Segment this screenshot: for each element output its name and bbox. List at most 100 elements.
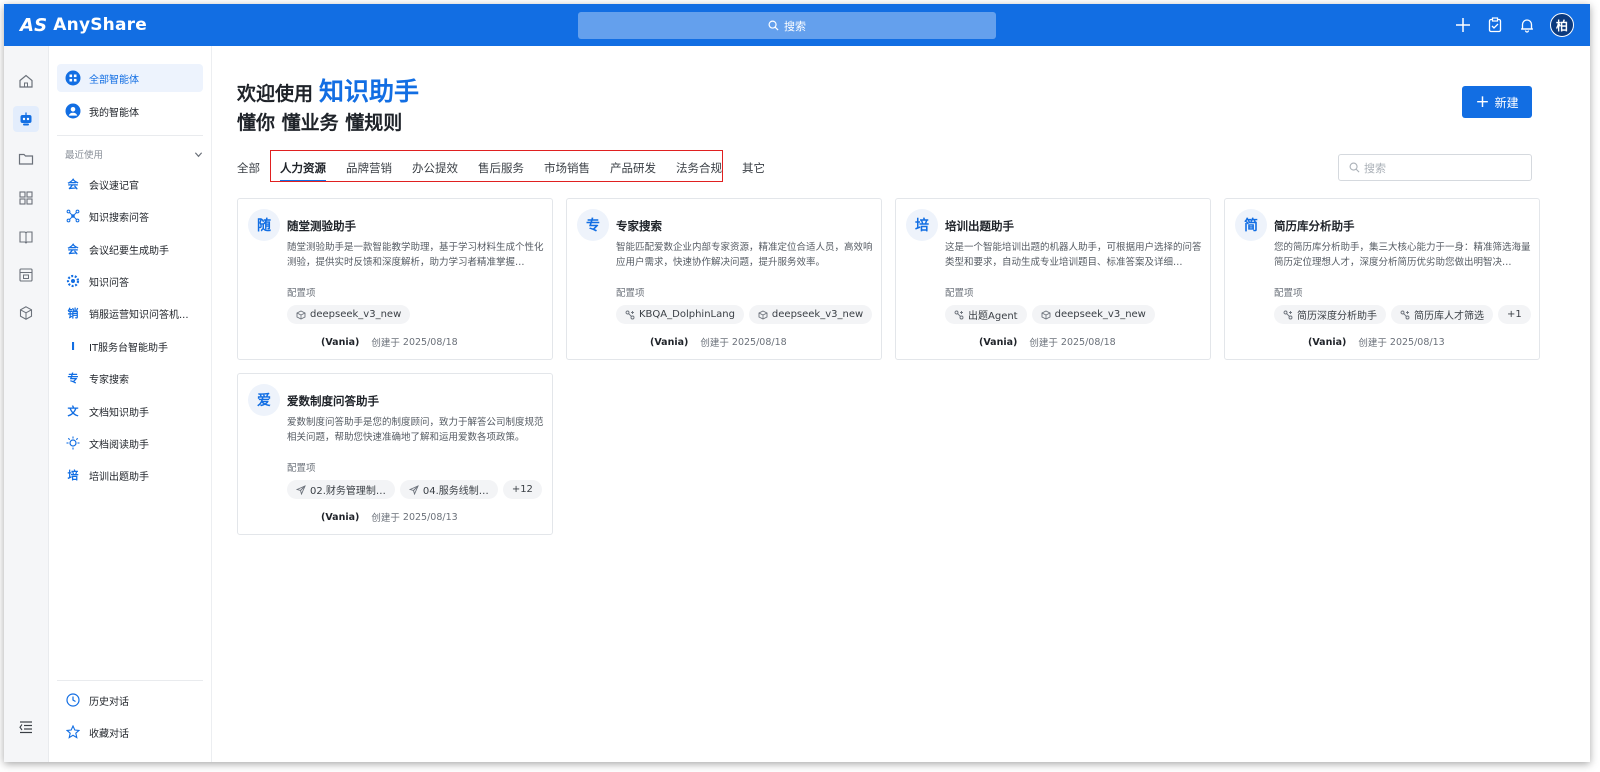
agent-avatar-icon: 培 <box>906 209 938 241</box>
agent-owner: (Vania) <box>1308 336 1347 348</box>
agent-owner: (Vania) <box>321 511 360 523</box>
config-tag[interactable]: 04.服务线制… <box>399 480 498 499</box>
add-icon[interactable] <box>1454 16 1472 34</box>
config-tag[interactable]: deepseek_v3_new <box>748 305 873 324</box>
more-tags-count: +1 <box>1507 309 1522 320</box>
recent-section-title: 最近使用 <box>65 150 104 161</box>
recent-item[interactable]: I IT服务台智能助手 <box>57 332 203 360</box>
clock-icon <box>65 692 81 708</box>
apps-grid-icon[interactable] <box>13 185 39 211</box>
config-label: 配置项 <box>287 288 316 299</box>
config-tag[interactable]: KBQA_DolphinLang <box>616 305 744 324</box>
global-search-input[interactable]: 搜索 <box>578 12 996 39</box>
star-icon <box>65 724 81 740</box>
recent-item[interactable]: 会 会议纪要生成助手 <box>57 235 203 263</box>
cube-icon[interactable] <box>13 300 39 326</box>
agent-owner: (Vania) <box>979 336 1018 348</box>
gear-icon <box>65 273 81 289</box>
config-tag[interactable]: 02.财务管理制… <box>287 480 395 499</box>
agent-owner: (Vania) <box>650 336 689 348</box>
brand-logo[interactable]: AS AnyShare <box>20 15 147 36</box>
recent-item-label: 会议纪要生成助手 <box>89 245 169 257</box>
sidebar-item-my-agents[interactable]: 我的智能体 <box>57 97 203 125</box>
new-button-label: 新建 <box>1494 95 1519 110</box>
more-tags-badge[interactable]: +1 <box>1498 305 1531 324</box>
tab-all[interactable]: 全部 <box>237 156 260 180</box>
agent-char-icon: 会 <box>67 178 79 191</box>
sidebar-item-history[interactable]: 历史对话 <box>57 686 203 714</box>
more-tags-badge[interactable]: +12 <box>502 480 542 499</box>
welcome-subtitle: 懂你 懂业务 懂规则 <box>237 112 403 134</box>
recent-item[interactable]: 会 会议速记官 <box>57 170 203 198</box>
agent-avatar-icon: 专 <box>577 209 609 241</box>
welcome-title: 欢迎使用 知识助手 <box>237 72 419 108</box>
bell-icon[interactable] <box>1518 16 1536 34</box>
agent-sidebar: 全部智能体 我的智能体 最近使用 会 会议速记官 知识搜索问答 会 会议纪要生成… <box>49 46 212 762</box>
recent-item-label: 销服运营知识问答机... <box>89 309 189 321</box>
config-tag[interactable]: 出题Agent <box>945 305 1027 324</box>
book-icon[interactable] <box>13 224 39 250</box>
user-circle-icon <box>65 103 81 119</box>
user-avatar[interactable]: 柏 <box>1550 13 1574 37</box>
created-date: 2025/08/18 <box>1060 336 1116 348</box>
agent-card-description: 您的简历库分析助手，集三大核心能力于一身：精准筛选海量简历定位理想人才，深度分析… <box>1274 242 1531 268</box>
dashboard-icon[interactable] <box>13 262 39 288</box>
agent-card[interactable]: 培 培训出题助手 这是一个智能培训出题的机器人助手，可根据用户选择的问答类型和要… <box>895 198 1211 360</box>
plus-icon: + <box>1475 91 1490 112</box>
sidebar-item-label: 全部智能体 <box>89 74 139 86</box>
agent-char-icon: 培 <box>67 469 79 482</box>
tabs-highlight-box <box>270 150 723 182</box>
new-agent-button[interactable]: + 新建 <box>1462 86 1532 118</box>
agent-avatar-icon: 简 <box>1235 209 1267 241</box>
agent-search-input[interactable]: 搜索 <box>1338 154 1532 181</box>
agent-card-title: 随堂测验助手 <box>287 219 356 233</box>
agent-avatar-icon: 爱 <box>248 384 280 416</box>
recent-item[interactable]: 销 销服运营知识问答机... <box>57 299 203 327</box>
welcome-highlight: 知识助手 <box>319 77 420 106</box>
recent-item[interactable]: 知识问答 <box>57 267 203 295</box>
agent-char-icon: 销 <box>67 307 79 320</box>
created-date: 2025/08/18 <box>731 336 787 348</box>
created-label: 创建于 <box>1029 338 1058 349</box>
agent-card[interactable]: 爱 爱数制度问答助手 爱数制度问答助手是您的制度顾问，致力于解答公司制度规范相关… <box>237 373 553 535</box>
bulb-icon <box>65 435 81 451</box>
sidebar-item-favorites[interactable]: 收藏对话 <box>57 718 203 746</box>
icon-rail <box>4 46 49 762</box>
sidebar-item-all-agents[interactable]: 全部智能体 <box>57 64 203 92</box>
task-icon[interactable] <box>1486 16 1504 34</box>
collapse-menu-icon[interactable] <box>13 714 39 740</box>
recent-section-header[interactable]: 最近使用 <box>65 147 203 161</box>
config-tag-label: 04.服务线制… <box>422 486 489 497</box>
agent-card[interactable]: 随 随堂测验助手 随堂测验助手是一款智能教学助理，基于学习材料生成个性化测验，提… <box>237 198 553 360</box>
recent-item[interactable]: 文档阅读助手 <box>57 429 203 457</box>
agent-card[interactable]: 简 简历库分析助手 您的简历库分析助手，集三大核心能力于一身：精准筛选海量简历定… <box>1224 198 1540 360</box>
search-icon <box>1349 162 1360 173</box>
cube-icon <box>1041 309 1051 320</box>
home-icon[interactable] <box>13 68 39 94</box>
recent-item[interactable]: 专 专家搜索 <box>57 364 203 392</box>
config-tag-label: deepseek_v3_new <box>310 309 402 320</box>
agent-card-title: 简历库分析助手 <box>1274 219 1355 233</box>
config-tag[interactable]: deepseek_v3_new <box>1031 305 1155 324</box>
search-icon <box>768 20 779 31</box>
recent-item[interactable]: 知识搜索问答 <box>57 202 203 230</box>
recent-item[interactable]: 文 文档知识助手 <box>57 397 203 425</box>
agent-icon <box>625 310 635 319</box>
config-tag[interactable]: 简历深度分析助手 <box>1274 305 1386 324</box>
config-label: 配置项 <box>287 463 316 474</box>
config-tag[interactable]: deepseek_v3_new <box>287 305 411 324</box>
config-tag[interactable]: 简历库人才筛选 <box>1391 305 1493 324</box>
agent-search-placeholder: 搜索 <box>1364 161 1386 175</box>
recent-item-label: 培训出题助手 <box>89 471 149 483</box>
tab-other[interactable]: 其它 <box>742 156 765 180</box>
recent-item[interactable]: 培 培训出题助手 <box>57 461 203 489</box>
more-tags-count: +12 <box>511 484 533 495</box>
created-date: 2025/08/13 <box>1389 336 1445 348</box>
agent-card[interactable]: 专 专家搜索 智能匹配爱数企业内部专家资源，精准定位合适人员，高效响应用户需求，… <box>566 198 882 360</box>
robot-icon[interactable] <box>13 106 39 132</box>
config-tag-label: KBQA_DolphinLang <box>639 309 735 320</box>
folder-icon[interactable] <box>13 146 39 172</box>
recent-item-label: 会议速记官 <box>89 180 139 192</box>
agent-avatar-icon: 随 <box>248 209 280 241</box>
sidebar-item-label: 历史对话 <box>89 696 129 708</box>
